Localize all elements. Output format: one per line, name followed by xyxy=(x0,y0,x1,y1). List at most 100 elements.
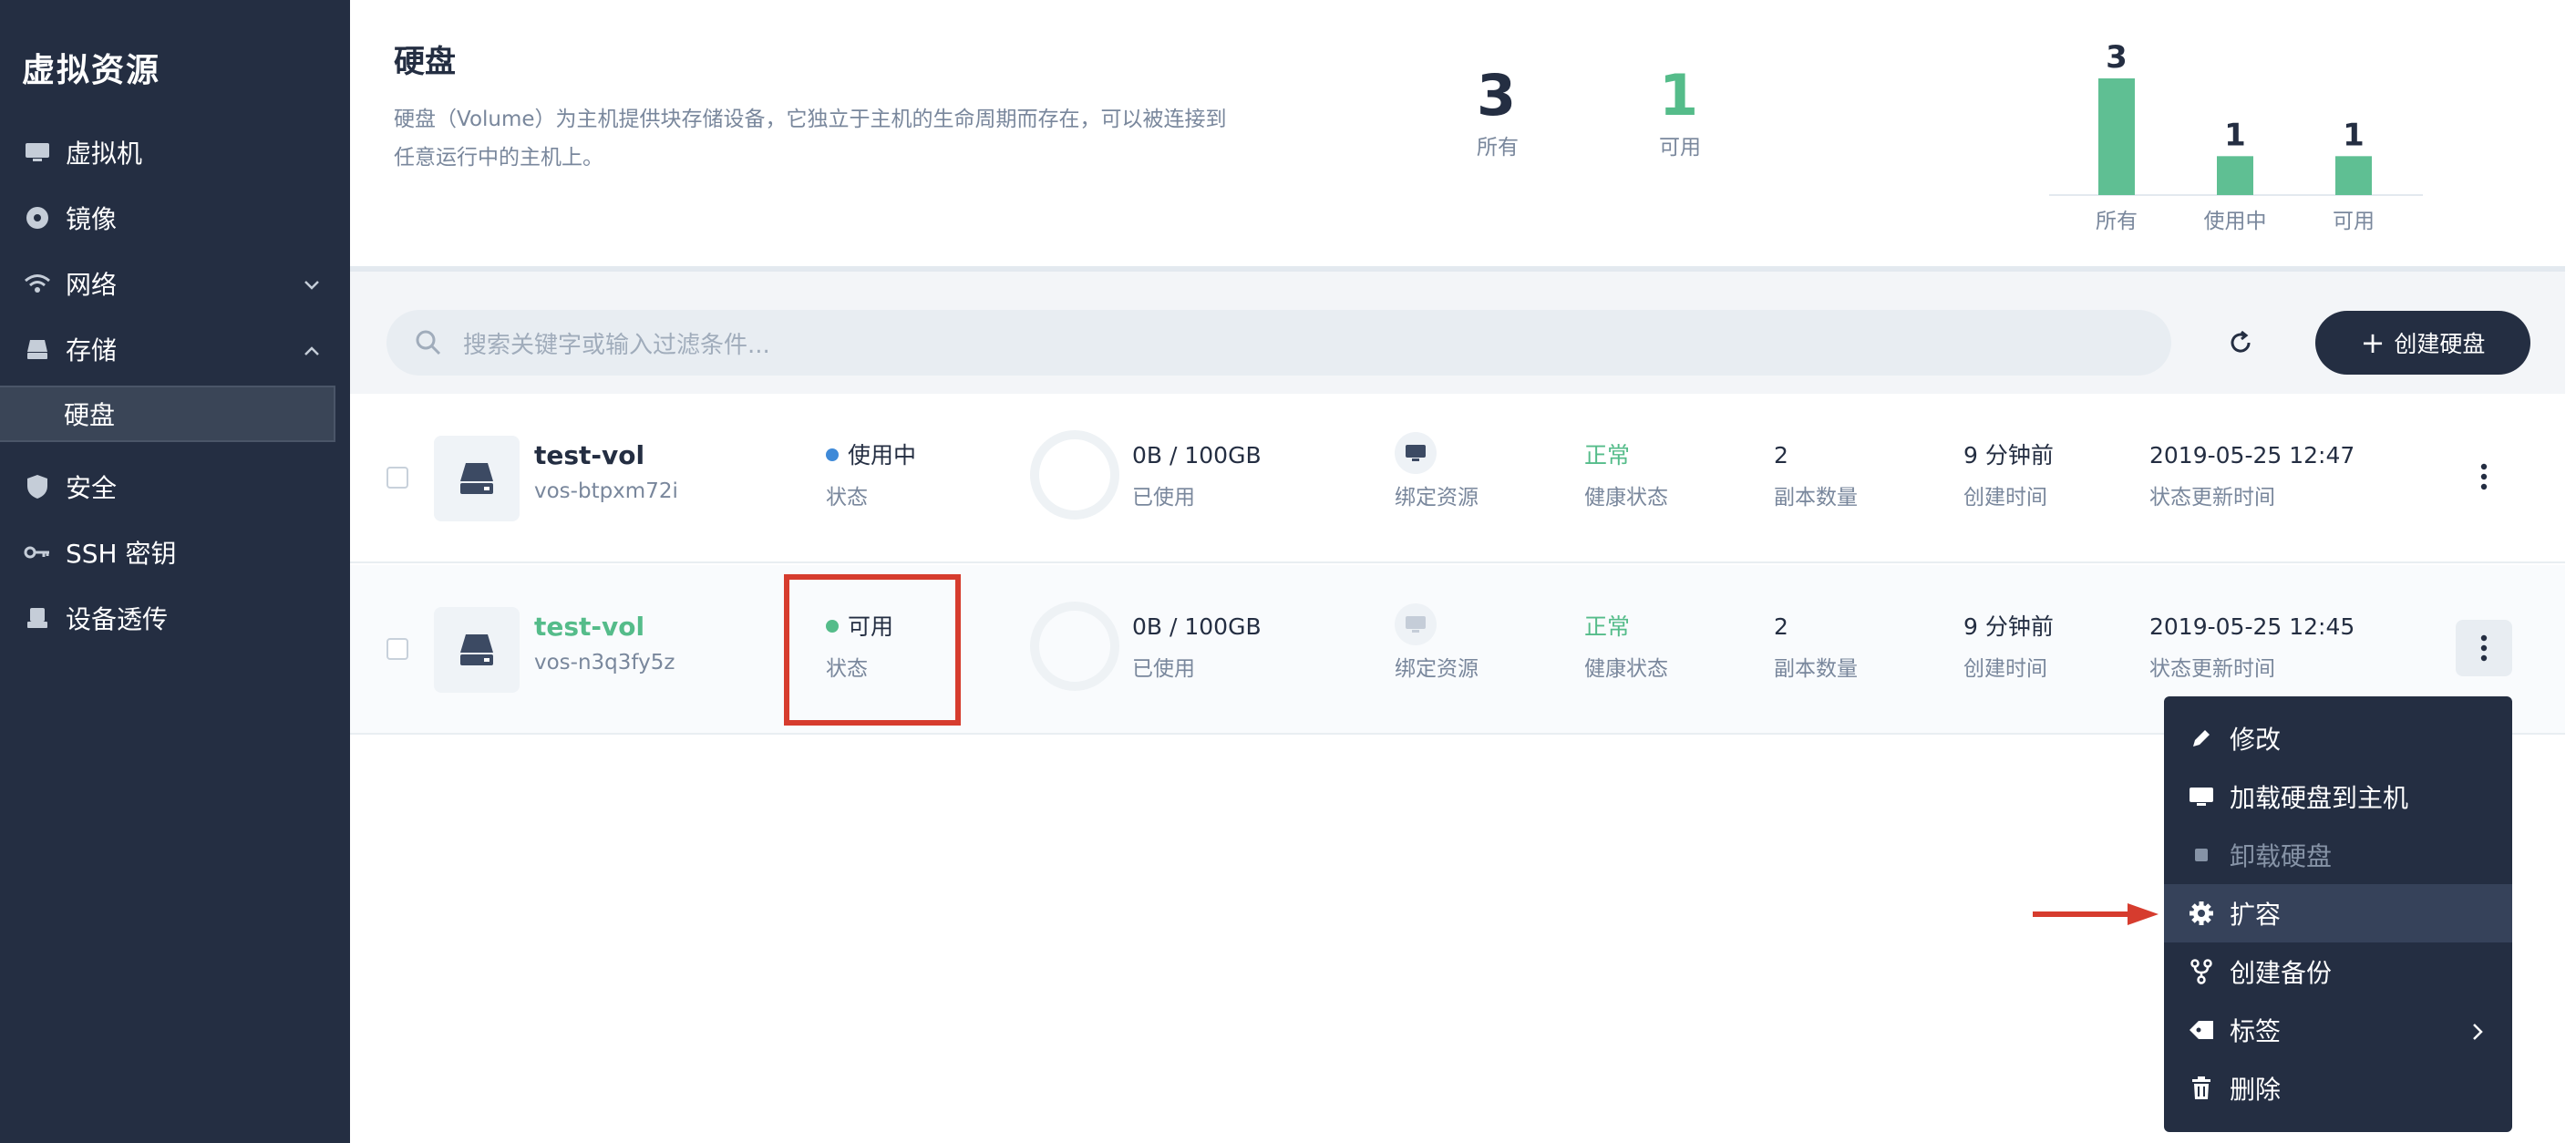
health-label: 健康状态 xyxy=(1584,657,1668,681)
pen-icon xyxy=(2186,723,2217,754)
sidebar-item-label: 虚拟机 xyxy=(66,139,143,169)
refresh-icon xyxy=(2231,330,2251,353)
chart-value-label: 1 xyxy=(2343,117,2365,153)
sidebar-item-vm[interactable]: 虚拟机 xyxy=(0,125,350,180)
bind-cell: 绑定资源 xyxy=(1395,603,1479,682)
usage-ring xyxy=(1030,430,1119,520)
volume-name-link[interactable]: test-vol xyxy=(534,439,678,472)
menu-item-tags[interactable]: 标签 xyxy=(2164,1001,2512,1059)
search-icon xyxy=(414,328,443,357)
key-icon xyxy=(24,539,51,566)
volume-id: vos-n3q3fy5z xyxy=(534,651,675,674)
page-description: 硬盘（Volume）为主机提供块存储设备，它独立于主机的生命周期而存在，可以被连… xyxy=(394,108,1227,170)
usage-value: 0B / 100GB xyxy=(1132,442,1262,469)
menu-item-label: 加载硬盘到主机 xyxy=(2230,783,2409,813)
chart-bar xyxy=(2098,78,2135,195)
status-badge: 使用中 xyxy=(848,442,917,469)
menu-item-detach[interactable]: 卸载硬盘 xyxy=(2164,826,2512,884)
monitor-icon[interactable] xyxy=(1395,432,1437,474)
stop-icon xyxy=(2186,839,2217,870)
chart-value-label: 3 xyxy=(2106,39,2128,76)
menu-item-resize[interactable]: 扩容 xyxy=(2164,884,2512,942)
health-value: 正常 xyxy=(1584,442,1631,469)
chart-category-label: 所有 xyxy=(2096,210,2138,233)
sidebar-item-ssh-keys[interactable]: SSH 密钥 xyxy=(0,525,350,580)
sidebar-item-network[interactable]: 网络 xyxy=(0,256,350,311)
replica-value: 2 xyxy=(1774,613,1788,640)
menu-item-delete[interactable]: 删除 xyxy=(2164,1059,2512,1117)
stat-available-label: 可用 xyxy=(1659,136,1701,160)
sidebar-item-label: 设备透传 xyxy=(66,604,169,634)
updated-cell: 2019-05-25 12:47 状态更新时间 xyxy=(2149,439,2354,510)
status-label: 状态 xyxy=(826,486,868,510)
storage-icon xyxy=(24,335,51,363)
more-actions-button[interactable] xyxy=(2456,620,2512,676)
wifi-icon xyxy=(24,270,51,297)
bind-label: 绑定资源 xyxy=(1395,486,1479,510)
replica-value: 2 xyxy=(1774,442,1788,469)
usage-label: 已使用 xyxy=(1132,657,1195,681)
bind-cell: 绑定资源 xyxy=(1395,432,1479,510)
search-input[interactable]: 搜索关键字或输入过滤条件... xyxy=(463,326,770,360)
row-checkbox[interactable] xyxy=(386,638,408,660)
menu-item-edit[interactable]: 修改 xyxy=(2164,709,2512,767)
usage-cell: 0B / 100GB 已使用 xyxy=(1132,611,1262,682)
chevron-up-icon[interactable] xyxy=(301,338,323,368)
menu-item-label: 创建备份 xyxy=(2230,958,2333,988)
sidebar-item-label: 网络 xyxy=(66,270,118,300)
refresh-button[interactable] xyxy=(2215,317,2266,368)
sidebar-item-storage[interactable]: 存储 xyxy=(0,322,350,376)
sidebar-item-label: 镜像 xyxy=(66,204,118,234)
chevron-down-icon[interactable] xyxy=(301,273,323,303)
usage-cell: 0B / 100GB 已使用 xyxy=(1132,439,1262,510)
stat-available-value: 1 xyxy=(1659,62,1699,129)
menu-item-label: 修改 xyxy=(2230,725,2282,755)
row-checkbox[interactable] xyxy=(386,467,408,489)
menu-item-attach[interactable]: 加载硬盘到主机 xyxy=(2164,767,2512,826)
chart-category-label: 使用中 xyxy=(2204,210,2267,233)
chevron-right-icon xyxy=(2468,1019,2487,1049)
health-value: 正常 xyxy=(1584,613,1631,640)
replica-label: 副本数量 xyxy=(1774,657,1858,681)
stat-total: 3 所有 xyxy=(1477,64,1519,160)
sidebar-item-security[interactable]: 安全 xyxy=(0,459,350,514)
sidebar-item-label: 安全 xyxy=(66,473,118,503)
chart-category-label: 可用 xyxy=(2333,210,2375,233)
sidebar-item-label: 存储 xyxy=(66,335,118,366)
kebab-icon xyxy=(2480,634,2488,662)
monitor-icon xyxy=(2186,781,2217,812)
status-cell: 使用中 状态 xyxy=(826,439,916,510)
stat-total-value: 3 xyxy=(1477,62,1517,129)
updated-value: 2019-05-25 12:47 xyxy=(2149,442,2355,469)
sidebar-item-image[interactable]: 镜像 xyxy=(0,190,350,245)
stat-available: 1 可用 xyxy=(1659,64,1701,160)
menu-item-label: 扩容 xyxy=(2230,900,2282,930)
menu-item-backup[interactable]: 创建备份 xyxy=(2164,942,2512,1001)
bind-label: 绑定资源 xyxy=(1395,657,1479,681)
replica-label: 副本数量 xyxy=(1774,486,1858,510)
volume-name-cell: test-vol vos-n3q3fy5z xyxy=(534,611,675,674)
health-cell: 正常 健康状态 xyxy=(1584,611,1668,682)
disk-icon xyxy=(434,607,520,693)
stat-total-label: 所有 xyxy=(1477,136,1519,160)
more-actions-button[interactable] xyxy=(2456,448,2512,505)
updated-label: 状态更新时间 xyxy=(2149,657,2275,681)
monitor-icon xyxy=(1395,603,1437,645)
menu-item-label: 标签 xyxy=(2230,1016,2282,1046)
replica-cell: 2 副本数量 xyxy=(1774,611,1858,682)
sidebar-item-device-passthrough[interactable]: 设备透传 xyxy=(0,591,350,645)
tag-icon xyxy=(2186,1014,2217,1045)
search-bar[interactable]: 搜索关键字或输入过滤条件... xyxy=(386,310,2171,376)
volume-name-link[interactable]: test-vol xyxy=(534,611,675,644)
disc-icon xyxy=(24,204,51,232)
annotation-arrow-icon xyxy=(2033,903,2159,925)
menu-item-label: 删除 xyxy=(2230,1075,2282,1105)
chart-bar xyxy=(2335,156,2372,195)
page-title: 硬盘 xyxy=(394,44,456,80)
updated-label: 状态更新时间 xyxy=(2149,486,2275,510)
sidebar-subitem-volumes[interactable]: 硬盘 xyxy=(0,386,335,442)
usage-ring xyxy=(1030,602,1119,691)
health-label: 健康状态 xyxy=(1584,486,1668,510)
create-volume-button[interactable]: + 创建硬盘 xyxy=(2315,311,2530,375)
table-row[interactable]: test-vol vos-btpxm72i 使用中 状态 0B / 100GB … xyxy=(350,394,2565,563)
